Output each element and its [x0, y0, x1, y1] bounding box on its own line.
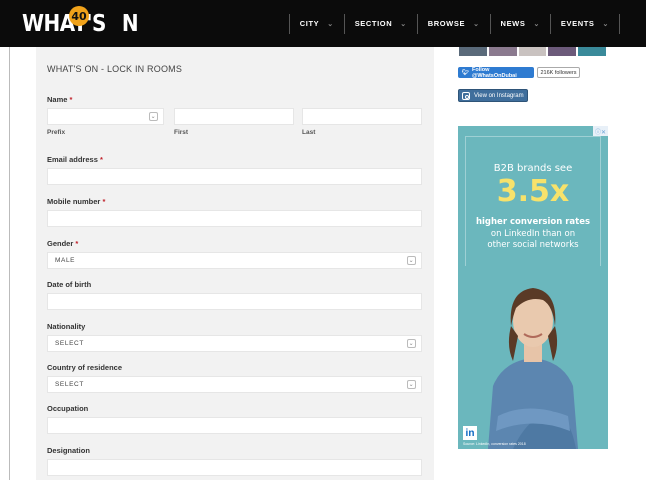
nav-item-news[interactable]: NEWS ⌄ [491, 14, 550, 34]
chevron-down-icon: ⌄ [400, 20, 407, 28]
nav-item-label: NEWS [500, 19, 526, 28]
registration-form: WHAT'S ON - LOCK IN ROOMS Name * ⌄ Prefi… [36, 47, 434, 480]
dob-field[interactable] [47, 293, 422, 310]
page-border-line [9, 47, 10, 480]
photo-strip[interactable] [459, 47, 606, 56]
linkedin-icon: in [463, 426, 477, 440]
ad-body: on LinkedIn than on other social network… [458, 229, 608, 251]
dob-label: Date of birth [47, 280, 92, 289]
form-title: WHAT'S ON - LOCK IN ROOMS [47, 64, 183, 74]
first-sublabel: First [174, 129, 189, 136]
email-field[interactable] [47, 168, 422, 185]
prefix-sublabel: Prefix [47, 129, 66, 136]
nav-item-label: BROWSE [427, 19, 466, 28]
ad-body-line: other social networks [487, 240, 579, 250]
chevron-down-icon: ⌄ [407, 380, 416, 389]
nav-item-section[interactable]: SECTION ⌄ [345, 14, 417, 34]
chevron-down-icon: ⌄ [407, 339, 416, 348]
required-mark: * [75, 239, 79, 248]
occupation-field[interactable] [47, 417, 422, 434]
nationality-select[interactable]: SELECT ⌄ [47, 335, 422, 352]
ad-subheadline: higher conversion rates [475, 217, 591, 227]
twitter-follow-label: Follow @WhatsOnDubai [471, 66, 517, 79]
thumbnail[interactable] [518, 47, 547, 56]
logo-text: WHAT'S [22, 9, 106, 37]
instagram-icon [462, 91, 470, 100]
thumbnail[interactable] [459, 47, 487, 56]
nav-item-label: SECTION [354, 19, 393, 28]
email-label: Email address * [47, 155, 103, 164]
country-label: Country of residence [47, 363, 123, 372]
instagram-button[interactable]: View on Instagram [458, 89, 528, 102]
designation-label: Designation [47, 446, 90, 455]
twitter-follow-button[interactable]: 🐦︎ Follow @WhatsOnDubai [458, 66, 534, 79]
ad-close-icon[interactable]: ⓘ✕ [593, 126, 608, 136]
logo-badge: 40 [69, 6, 89, 26]
nav-item-label: CITY [299, 19, 320, 28]
twitter-icon: 🐦︎ [462, 69, 469, 76]
main-nav: CITY ⌄ SECTION ⌄ BROWSE ⌄ NEWS ⌄ EVENTS … [288, 0, 620, 47]
chevron-down-icon: ⌄ [533, 20, 540, 28]
chevron-down-icon: ⌄ [473, 20, 480, 28]
ad-headline: B2B brands see [493, 163, 573, 174]
name-label: Name * [47, 95, 72, 104]
nav-item-browse[interactable]: BROWSE ⌄ [418, 14, 490, 34]
nav-item-events[interactable]: EVENTS ⌄ [551, 14, 619, 34]
ad-body-line: on LinkedIn than on [490, 229, 576, 239]
first-name-input[interactable] [174, 108, 294, 125]
name-label-text: Name [47, 95, 68, 104]
gender-select[interactable]: MALE ⌄ [47, 252, 422, 269]
nationality-value: SELECT [55, 340, 84, 347]
designation-field[interactable] [47, 459, 422, 476]
ad-fine-print: Source: LinkedIn, conversion rates 2018 [463, 442, 526, 446]
logo-suffix: N [121, 9, 139, 37]
twitter-follower-count: 216K followers [537, 67, 580, 78]
gender-label-text: Gender [47, 239, 74, 248]
chevron-down-icon: ⌄ [327, 20, 334, 28]
ad-person-photo [458, 266, 608, 449]
whats-on-logo[interactable]: WHAT'S 40 N [22, 6, 139, 37]
mobile-label-text: Mobile number [47, 197, 101, 206]
thumbnail[interactable] [578, 47, 606, 56]
last-sublabel: Last [302, 129, 316, 136]
ad-big-stat: 3.5x [496, 174, 570, 209]
thumbnail[interactable] [548, 47, 577, 56]
required-mark: * [102, 197, 106, 206]
prefix-select[interactable]: ⌄ [47, 108, 164, 125]
occupation-label: Occupation [47, 404, 89, 413]
required-mark: * [69, 95, 73, 104]
chevron-down-icon: ⌄ [149, 112, 158, 121]
nav-item-label: EVENTS [560, 19, 595, 28]
nav-item-city[interactable]: CITY ⌄ [290, 14, 344, 34]
required-mark: * [99, 155, 103, 164]
chevron-down-icon: ⌄ [602, 20, 609, 28]
nav-divider [619, 13, 620, 34]
linkedin-advertisement[interactable]: ⓘ✕ B2B brands see 3.5x higher conversion… [458, 126, 608, 449]
last-name-input[interactable] [302, 108, 422, 125]
gender-label: Gender * [47, 239, 78, 248]
nationality-label: Nationality [47, 322, 86, 331]
mobile-label: Mobile number * [47, 197, 105, 206]
chevron-down-icon: ⌄ [407, 256, 416, 265]
thumbnail[interactable] [488, 47, 517, 56]
country-value: SELECT [55, 381, 84, 388]
country-select[interactable]: SELECT ⌄ [47, 376, 422, 393]
email-label-text: Email address [47, 155, 98, 164]
gender-value: MALE [55, 257, 76, 264]
instagram-label: View on Instagram [474, 92, 524, 99]
top-navigation-bar: WHAT'S 40 N CITY ⌄ SECTION ⌄ BROWSE ⌄ NE… [0, 0, 646, 47]
mobile-field[interactable] [47, 210, 422, 227]
